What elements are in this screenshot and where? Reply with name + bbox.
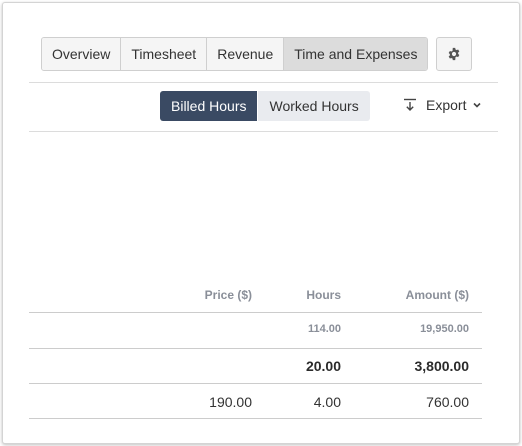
row-price: 190.00 — [209, 394, 252, 410]
row-amount: 760.00 — [426, 394, 469, 410]
time-expenses-panel: Overview Timesheet Revenue Time and Expe… — [2, 2, 520, 444]
download-icon — [404, 98, 416, 111]
row-divider — [29, 383, 482, 384]
column-header-price[interactable]: Price ($) — [205, 288, 252, 302]
row-divider — [29, 418, 482, 419]
tab-revenue[interactable]: Revenue — [207, 38, 285, 70]
total-amount: 3,800.00 — [414, 358, 470, 374]
hours-toggle: Billed Hours Worked Hours — [160, 91, 370, 121]
row-divider — [29, 312, 482, 313]
worked-hours-button[interactable]: Worked Hours — [258, 91, 370, 121]
tab-timesheet[interactable]: Timesheet — [121, 38, 208, 70]
settings-button[interactable] — [436, 37, 472, 71]
divider — [29, 82, 498, 83]
subtotal-amount: 19,950.00 — [420, 323, 469, 335]
billed-hours-button[interactable]: Billed Hours — [160, 91, 258, 121]
divider — [29, 131, 498, 132]
gear-icon — [448, 47, 460, 61]
chevron-down-icon — [473, 102, 482, 108]
tab-time-and-expenses[interactable]: Time and Expenses — [284, 38, 428, 70]
row-hours: 4.00 — [313, 394, 341, 410]
export-label: Export — [426, 97, 467, 113]
row-divider — [29, 348, 482, 349]
column-header-amount[interactable]: Amount ($) — [406, 288, 469, 302]
export-button[interactable]: Export — [402, 95, 482, 115]
tab-bar: Overview Timesheet Revenue Time and Expe… — [41, 37, 429, 71]
subtotal-hours: 114.00 — [307, 323, 341, 335]
column-header-hours[interactable]: Hours — [306, 288, 341, 302]
tab-overview[interactable]: Overview — [42, 38, 122, 70]
total-hours: 20.00 — [305, 358, 341, 374]
